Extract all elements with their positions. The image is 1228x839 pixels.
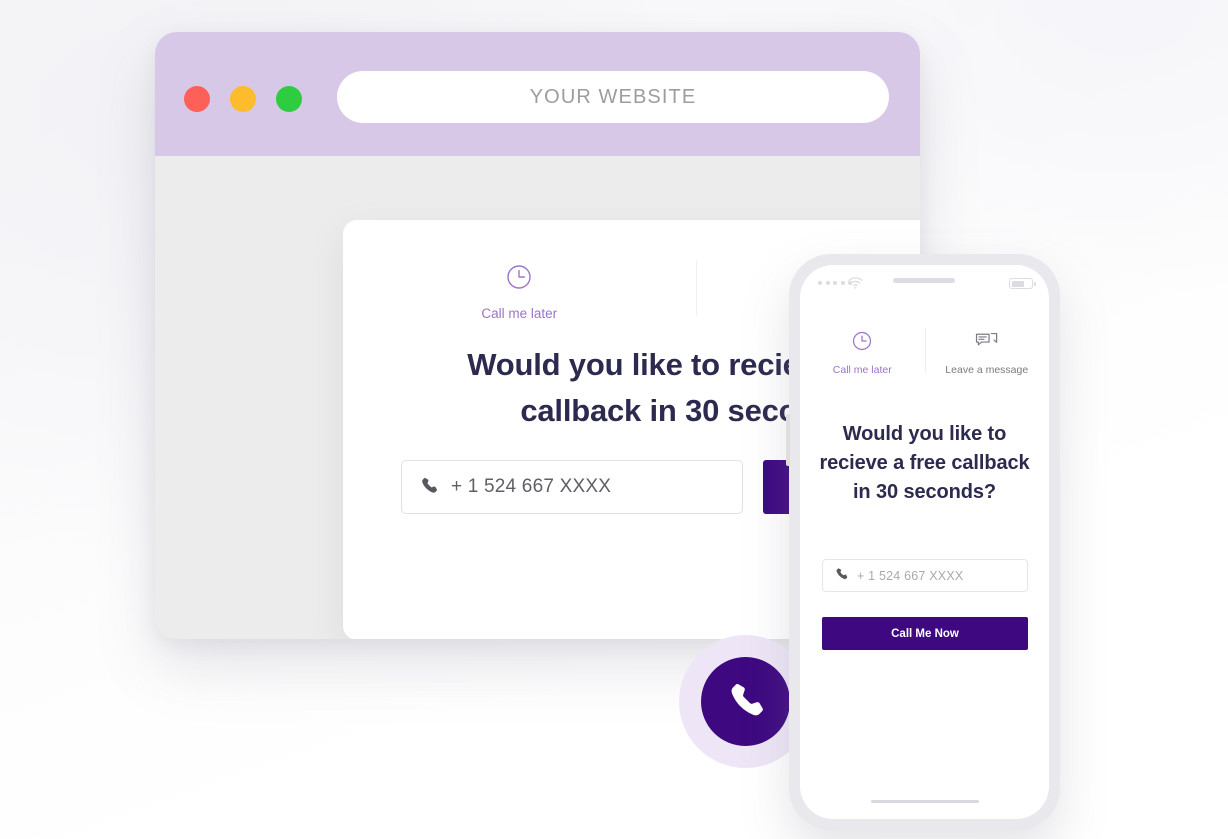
call-me-now-button[interactable]: Call Me Now: [822, 617, 1028, 650]
phone-tab-leave-a-message-label: Leave a message: [945, 364, 1029, 376]
phone-number-value: + 1 524 667 XXXX: [857, 568, 964, 583]
tab-call-me-later[interactable]: Call me later: [343, 264, 696, 321]
clock-icon: [852, 331, 872, 356]
battery-icon: [1009, 278, 1036, 289]
phone-tab-leave-a-message[interactable]: Leave a message: [924, 328, 1050, 376]
clock-icon: [506, 264, 532, 295]
window-minimize-dot[interactable]: [230, 86, 256, 112]
chat-bubbles-icon: [975, 331, 998, 356]
phone-tab-call-me-later[interactable]: Call me later: [800, 331, 925, 376]
address-bar-text: YOUR WEBSITE: [529, 85, 697, 108]
phone-icon: [420, 476, 438, 499]
phone-mockup: Call me later Leave a message Would you …: [786, 254, 1060, 830]
phone-handset-icon: [727, 680, 765, 723]
address-bar[interactable]: YOUR WEBSITE: [337, 71, 889, 123]
phone-widget-headline: Would you like to recieve a free callbac…: [819, 423, 1030, 503]
signal-strength-icon: [818, 281, 852, 285]
home-indicator[interactable]: [870, 800, 979, 803]
phone-number-value: + 1 524 667 XXXX: [451, 476, 612, 497]
phone-tab-call-me-later-label: Call me later: [832, 364, 892, 376]
phone-screen: Call me later Leave a message Would you …: [800, 265, 1049, 819]
browser-chrome: YOUR WEBSITE: [155, 32, 920, 156]
traffic-lights: [184, 86, 302, 112]
phone-number-input[interactable]: + 1 524 667 XXXX: [401, 460, 743, 514]
floating-call-button[interactable]: [701, 657, 790, 746]
page-background: YOUR WEBSITE × Call me later: [0, 0, 1228, 839]
phone-status-bar: [800, 265, 1049, 299]
phone-icon: [835, 567, 848, 585]
phone-side-button[interactable]: [786, 414, 790, 466]
tab-call-me-later-label: Call me later: [481, 306, 558, 321]
phone-widget-tabs: Call me later Leave a message: [800, 328, 1050, 376]
wifi-icon: [848, 276, 863, 294]
phone-widget-form: + 1 524 667 XXXX Call Me Now: [822, 559, 1028, 650]
window-maximize-dot[interactable]: [276, 86, 302, 112]
window-close-dot[interactable]: [184, 86, 210, 112]
phone-speaker-grill: [893, 278, 955, 283]
phone-number-input[interactable]: + 1 524 667 XXXX: [822, 559, 1028, 592]
